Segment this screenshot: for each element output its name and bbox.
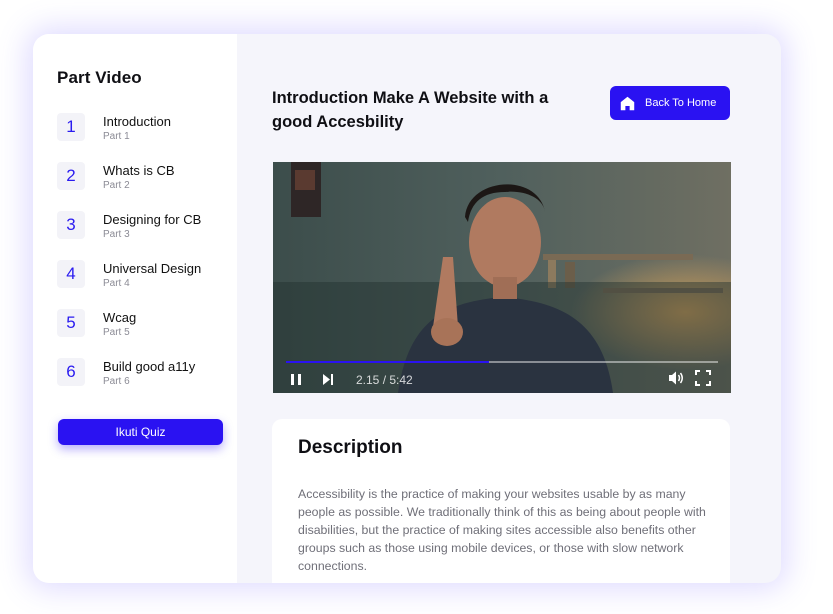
- pause-icon[interactable]: [290, 373, 302, 386]
- description-card: Description Accessibility is the practic…: [272, 419, 730, 583]
- part-number: 3: [57, 211, 85, 239]
- part-item-1[interactable]: 1 Introduction Part 1: [57, 113, 237, 162]
- part-text: Universal Design Part 4: [103, 260, 201, 290]
- part-subtitle: Part 5: [103, 327, 130, 338]
- main-content: Introduction Make A Website with a good …: [237, 34, 781, 583]
- part-subtitle: Part 2: [103, 180, 130, 191]
- part-title: Designing for CB: [103, 212, 202, 227]
- part-text: Introduction Part 1: [103, 113, 171, 143]
- part-item-3[interactable]: 3 Designing for CB Part 3: [57, 211, 237, 260]
- quiz-button[interactable]: Ikuti Quiz: [58, 419, 223, 445]
- part-subtitle: Part 3: [103, 229, 130, 240]
- part-number: 6: [57, 358, 85, 386]
- part-item-2[interactable]: 2 Whats is CB Part 2: [57, 162, 237, 211]
- video-time: 2.15 / 5:42: [356, 373, 413, 387]
- video-frame: [273, 162, 731, 393]
- part-text: Build good a11y Part 6: [103, 358, 195, 388]
- part-number: 4: [57, 260, 85, 288]
- home-icon: [620, 96, 635, 110]
- part-subtitle: Part 4: [103, 278, 130, 289]
- back-to-home-button[interactable]: Back To Home: [610, 86, 730, 120]
- description-body: Accessibility is the practice of making …: [298, 487, 706, 573]
- progress-fill: [286, 361, 490, 363]
- part-number: 2: [57, 162, 85, 190]
- video-player[interactable]: 2.15 / 5:42: [273, 162, 731, 393]
- progress-bar[interactable]: [286, 361, 718, 363]
- part-item-4[interactable]: 4 Universal Design Part 4: [57, 260, 237, 309]
- sidebar-title: Part Video: [57, 68, 142, 87]
- part-list: 1 Introduction Part 1 2 Whats is CB Part…: [57, 113, 237, 407]
- part-title: Build good a11y: [103, 359, 196, 374]
- part-subtitle: Part 6: [103, 376, 130, 387]
- part-text: Whats is CB Part 2: [103, 162, 175, 192]
- volume-icon[interactable]: [668, 370, 685, 386]
- lesson-card: Part Video 1 Introduction Part 1 2 Whats…: [33, 34, 781, 583]
- part-item-6[interactable]: 6 Build good a11y Part 6: [57, 358, 237, 407]
- part-title: Introduction: [103, 114, 171, 129]
- part-number: 1: [57, 113, 85, 141]
- part-text: Wcag Part 5: [103, 309, 136, 339]
- part-title: Universal Design: [103, 261, 202, 276]
- video-title: Introduction Make A Website with a good …: [272, 89, 549, 131]
- part-number: 5: [57, 309, 85, 337]
- part-text: Designing for CB Part 3: [103, 211, 201, 241]
- skip-next-icon[interactable]: [322, 373, 334, 386]
- part-title: Whats is CB: [103, 163, 175, 178]
- sidebar: Part Video 1 Introduction Part 1 2 Whats…: [33, 34, 237, 583]
- fullscreen-icon[interactable]: [695, 370, 711, 386]
- back-to-home-label: Back To Home: [645, 97, 717, 109]
- part-subtitle: Part 1: [103, 131, 130, 142]
- part-title: Wcag: [103, 310, 137, 325]
- part-item-5[interactable]: 5 Wcag Part 5: [57, 309, 237, 358]
- description-title: Description: [298, 437, 403, 458]
